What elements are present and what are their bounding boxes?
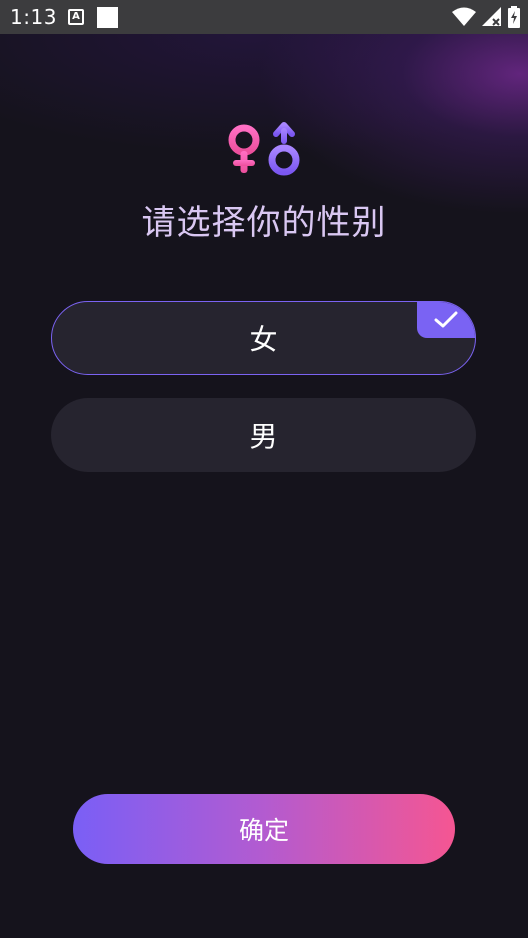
option-male[interactable]: 男 <box>51 398 476 472</box>
notification-square-icon <box>97 7 118 28</box>
checkmark-icon <box>434 311 458 328</box>
gender-symbols-icon <box>228 122 300 176</box>
confirm-button[interactable]: 确定 <box>73 794 455 864</box>
battery-icon <box>508 6 520 28</box>
option-female[interactable]: 女 <box>51 301 476 375</box>
confirm-button-label: 确定 <box>238 816 289 845</box>
option-female-label: 女 <box>249 323 278 356</box>
wifi-icon <box>452 7 476 26</box>
gender-selection-screen: 1:13 A 请选择你的性别 女 男 确定 <box>0 0 528 938</box>
page-title: 请选择你的性别 <box>141 203 387 243</box>
selected-badge <box>417 302 475 338</box>
option-male-label: 男 <box>249 420 278 453</box>
status-time: 1:13 <box>10 5 57 29</box>
status-bar: 1:13 A <box>0 0 528 34</box>
notification-a-icon: A <box>68 9 84 25</box>
signal-icon <box>482 7 501 26</box>
status-icons <box>452 6 520 28</box>
